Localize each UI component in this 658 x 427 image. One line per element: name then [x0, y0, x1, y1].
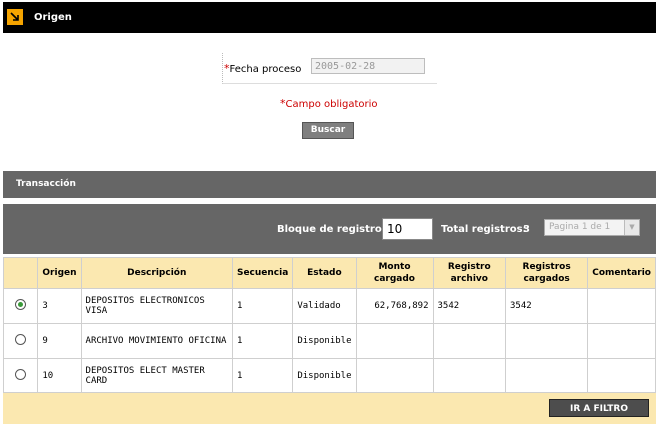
- transaccion-header: Transacción: [3, 171, 656, 198]
- cell-origen: 9: [37, 323, 82, 359]
- cell-registros-cargados: [505, 358, 589, 394]
- column-header-comentario: Comentario: [587, 257, 656, 289]
- column-header-estado: Estado: [292, 257, 357, 289]
- column-header-monto: Monto cargado: [355, 257, 434, 289]
- column-header-registros-cargados: Registros cargados: [505, 257, 589, 289]
- pagina-select[interactable]: Pagina 1 de 1 ▼: [544, 219, 640, 236]
- cell-monto: 62,768,892: [355, 288, 434, 324]
- ir-a-filtro-button[interactable]: IR A FILTRO: [549, 399, 649, 417]
- cell-registro-archivo: [432, 358, 507, 394]
- table-row: 9 ARCHIVO MOVIMIENTO OFICINA 1 Disponibl…: [2, 323, 656, 359]
- row-select-cell: [2, 358, 39, 394]
- cell-origen: 10: [37, 358, 82, 394]
- column-header-descripcion: Descripción: [80, 257, 233, 289]
- column-header-select: [2, 257, 39, 289]
- bloque-registros-label: Bloque de registros:: [277, 224, 392, 235]
- fecha-proceso-label: *Fecha proceso: [224, 62, 301, 75]
- total-registros-value: 3: [523, 224, 530, 235]
- column-header-origen: Origen: [37, 257, 82, 289]
- row-radio-button[interactable]: [15, 299, 27, 310]
- cell-origen: 3: [37, 288, 82, 324]
- cell-registro-archivo: 3542: [432, 288, 507, 324]
- cell-descripcion: DEPOSITOS ELECTRONICOS VISA: [80, 288, 233, 324]
- cell-estado: Validado: [292, 288, 357, 324]
- cell-estado: Disponible: [292, 323, 357, 359]
- cell-secuencia: 1: [231, 288, 294, 324]
- column-header-registro-archivo: Registro archivo: [432, 257, 507, 289]
- row-select-cell: [2, 323, 39, 359]
- campo-obligatorio-text: Campo obligatorio: [285, 99, 378, 110]
- transaccion-title: Transacción: [16, 179, 76, 189]
- total-registros-label: Total registros:: [441, 224, 527, 235]
- row-radio-button[interactable]: [15, 334, 27, 345]
- cell-monto: [355, 358, 434, 394]
- fecha-proceso-input[interactable]: 2005-02-28: [311, 58, 425, 74]
- bloque-registros-input[interactable]: 10: [382, 218, 433, 240]
- cell-comentario: [587, 323, 656, 359]
- cell-comentario: [587, 288, 656, 324]
- fecha-proceso-text: Fecha proceso: [229, 64, 302, 75]
- table-row: 3 DEPOSITOS ELECTRONICOS VISA 1 Validado…: [2, 288, 656, 324]
- cell-comentario: [587, 358, 656, 394]
- cell-secuencia: 1: [231, 323, 294, 359]
- row-radio-button[interactable]: [15, 369, 27, 380]
- cell-descripcion: ARCHIVO MOVIMIENTO OFICINA: [80, 323, 233, 359]
- arrow-corner-icon: [7, 9, 23, 25]
- cell-registros-cargados: [505, 323, 589, 359]
- cell-monto: [355, 323, 434, 359]
- cell-registros-cargados: 3542: [505, 288, 589, 324]
- cell-registro-archivo: [432, 323, 507, 359]
- transacciones-table: Origen Descripción Secuencia Estado Mont…: [2, 257, 656, 394]
- row-select-cell: [2, 288, 39, 324]
- origen-header: Origen: [3, 2, 656, 33]
- chevron-down-icon[interactable]: ▼: [624, 220, 639, 235]
- origen-title: Origen: [34, 12, 72, 23]
- campo-obligatorio-note: *Campo obligatorio: [280, 97, 378, 110]
- pagina-select-value: Pagina 1 de 1: [549, 222, 611, 232]
- cell-estado: Disponible: [292, 358, 357, 394]
- table-header-row: Origen Descripción Secuencia Estado Mont…: [2, 257, 656, 289]
- column-header-secuencia: Secuencia: [231, 257, 294, 289]
- cell-secuencia: 1: [231, 358, 294, 394]
- buscar-button[interactable]: Buscar: [302, 122, 354, 139]
- cell-descripcion: DEPOSITOS ELECT MASTER CARD: [80, 358, 233, 394]
- table-row: 10 DEPOSITOS ELECT MASTER CARD 1 Disponi…: [2, 358, 656, 394]
